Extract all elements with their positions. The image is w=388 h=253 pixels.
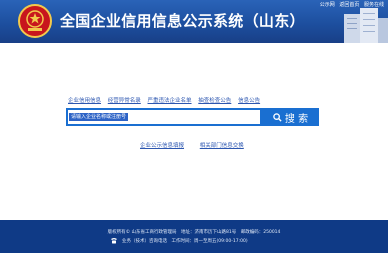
national-emblem-icon <box>18 4 52 38</box>
nav-link-abnormal-list[interactable]: 经营异常名录 <box>108 98 141 104</box>
search-bar: 请输入企业名称或注册号 搜 索 <box>66 108 319 126</box>
nav-link-announcement[interactable]: 信息公告 <box>238 98 260 104</box>
nav-link-inspection[interactable]: 抽查检查公告 <box>198 98 231 104</box>
sub-links: 企业公示信息填报 相关部门信息交换 <box>140 141 258 149</box>
search-icon <box>273 112 282 122</box>
nav-link-illegal-list[interactable]: 严重违法企业名单 <box>148 98 192 104</box>
footer-contact-text: 业务（技术）咨询电话 工作时间：周一至周五(09:00-17:00) <box>122 238 248 244</box>
page-title: 全国企业信用信息公示系统（山东） <box>60 12 305 30</box>
site-footer: 版权所有© 山东省工商行政管理局 地址：济南市历下山路81号 邮政编码：2500… <box>0 220 388 253</box>
footer-contact: 业务（技术）咨询电话 工作时间：周一至周五(09:00-17:00) <box>110 237 248 244</box>
link-enterprise-report[interactable]: 企业公示信息填报 <box>140 143 184 149</box>
search-input[interactable] <box>66 108 262 126</box>
phone-icon <box>111 238 117 244</box>
nav-links: 企业信用信息 经营异常名录 严重违法企业名单 抽查检查公告 信息公告 <box>68 96 265 104</box>
nav-link-credit-info[interactable]: 企业信用信息 <box>68 98 101 104</box>
link-info-exchange[interactable]: 相关部门信息交换 <box>200 143 244 149</box>
building-image <box>344 8 388 43</box>
site-header: 全国企业信用信息公示系统（山东） 公示网 返回首页 服务在线 <box>0 0 388 43</box>
search-button[interactable]: 搜 索 <box>262 108 319 126</box>
top-link-portal[interactable]: 公示网 <box>320 2 335 8</box>
footer-copyright: 版权所有© 山东省工商行政管理局 地址：济南市历下山路81号 邮政编码：2500… <box>107 230 281 235</box>
search-button-label: 搜 索 <box>284 113 309 125</box>
